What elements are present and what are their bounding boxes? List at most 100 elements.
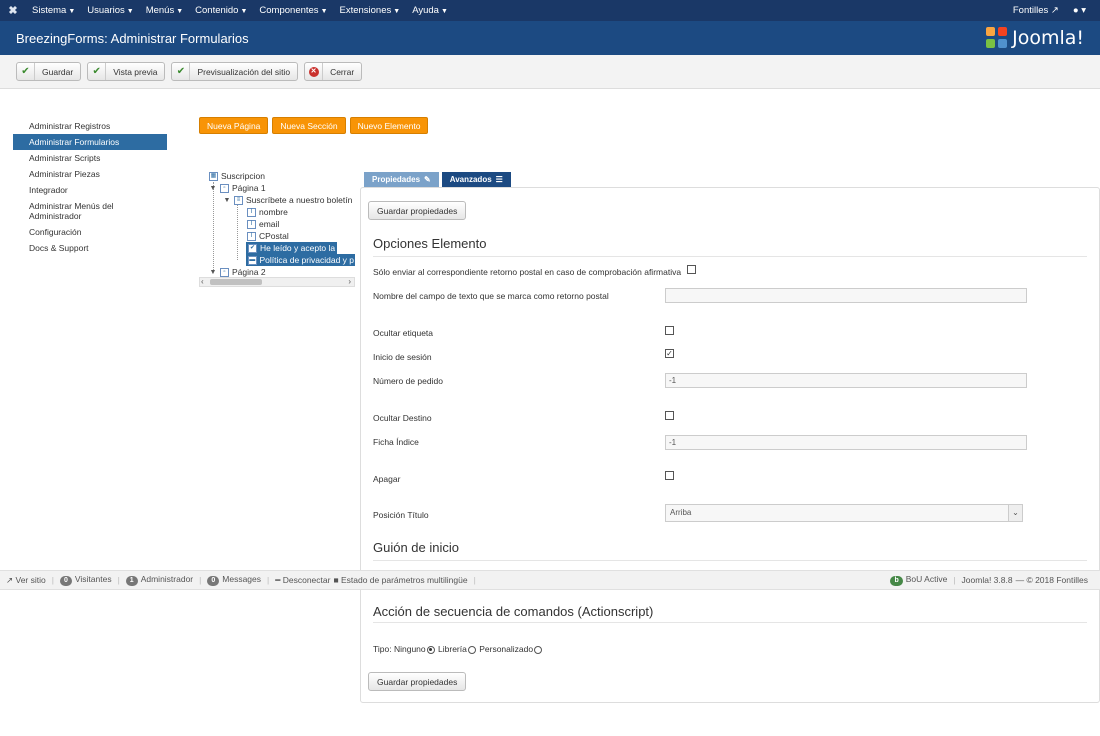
form-icon: ▦ xyxy=(209,171,218,181)
tree-section[interactable]: ▼ ≡ Suscríbete a nuestro boletín xyxy=(223,194,353,206)
site-link[interactable]: Fontilles ↗ xyxy=(1013,5,1059,16)
tab-index-input[interactable]: -1 xyxy=(665,435,1027,450)
only-send-checkbox[interactable] xyxy=(687,265,696,274)
visitors-status[interactable]: 0 Visitantes xyxy=(59,574,112,586)
scroll-thumb[interactable] xyxy=(210,279,262,285)
check-icon: ✔ xyxy=(88,63,107,80)
joomla-x-icon[interactable]: ✖ xyxy=(0,4,26,17)
action-script-heading: Acción de secuencia de comandos (Actions… xyxy=(373,604,654,619)
tree-field-acepto[interactable]: ✔ He leído y acepto la xyxy=(246,242,338,254)
list-icon: ☰ xyxy=(495,175,503,184)
sidebar: Administrar Registros Administrar Formul… xyxy=(13,118,167,256)
hide-target-label: Ocultar Destino xyxy=(373,413,432,423)
page-icon: ▫ xyxy=(220,267,229,277)
tab-index-label: Ficha Índice xyxy=(373,437,419,447)
tree-field-privacidad[interactable]: ▬ Política de privacidad y p xyxy=(246,254,355,266)
type-library-radio[interactable] xyxy=(467,645,476,654)
joomla-version: Joomla! 3.8.8 xyxy=(961,575,1013,585)
save-button[interactable]: ✔ Guardar xyxy=(16,62,82,81)
order-input[interactable]: -1 xyxy=(665,373,1027,388)
logout-link[interactable]: ━ Desconectar xyxy=(275,575,330,586)
sidebar-item-docs[interactable]: Docs & Support xyxy=(13,240,167,256)
site-preview-button[interactable]: ✔ Previsualización del sitio xyxy=(171,62,299,81)
sidebar-item-integrador[interactable]: Integrador xyxy=(13,182,167,198)
field-name-input[interactable] xyxy=(665,288,1027,303)
login-checkbox[interactable]: ✓ xyxy=(665,349,674,358)
menu-componentes[interactable]: Componentes ▼ xyxy=(253,5,333,16)
sidebar-item-piezas[interactable]: Administrar Piezas xyxy=(13,166,167,182)
messages-status[interactable]: 0 Messages xyxy=(207,574,261,586)
element-actions: Nueva Página Nueva Sección Nuevo Element… xyxy=(199,117,429,134)
joomla-logo: Joomla! xyxy=(986,27,1084,49)
check-icon: ✔ xyxy=(17,63,35,80)
expand-icon[interactable]: ▼ xyxy=(223,197,231,204)
menu-usuarios[interactable]: Usuarios ▼ xyxy=(81,5,139,16)
scroll-right-icon[interactable]: › xyxy=(348,277,351,286)
close-icon: ✕ xyxy=(305,63,324,80)
options-heading: Opciones Elemento xyxy=(373,236,487,251)
hide-label-checkbox[interactable] xyxy=(665,326,674,335)
tree-field-email[interactable]: Iemail xyxy=(247,218,279,230)
chevron-down-icon: ⌄ xyxy=(1008,505,1022,521)
joomla-mark-icon xyxy=(986,27,1008,49)
menu-extensiones[interactable]: Extensiones ▼ xyxy=(334,5,407,16)
minus-icon: ━ xyxy=(275,574,281,585)
new-element-button[interactable]: Nuevo Elemento xyxy=(349,117,429,134)
external-link-icon: ↗ xyxy=(6,574,14,585)
preview-button[interactable]: ✔ Vista previa xyxy=(87,62,166,81)
script-type-row: Tipo: Ninguno Librería Personalizado xyxy=(373,644,543,654)
off-checkbox[interactable] xyxy=(665,471,674,480)
multilang-status[interactable]: ■ Estado de parámetros multilingüe xyxy=(333,575,467,585)
hide-target-checkbox[interactable] xyxy=(665,411,674,420)
sidebar-item-configuracion[interactable]: Configuración xyxy=(13,224,167,240)
tree-page-1[interactable]: ▼ ▫ Página 1 xyxy=(209,182,266,194)
save-properties-button-bottom[interactable]: Guardar propiedades xyxy=(368,672,467,691)
title-position-select[interactable]: Arriba ⌄ xyxy=(665,504,1023,522)
menu-sistema[interactable]: Sistema ▼ xyxy=(26,5,81,16)
tree-field-nombre[interactable]: Inombre xyxy=(247,206,288,218)
tree-horizontal-scrollbar[interactable]: ‹ › xyxy=(199,277,355,287)
sidebar-item-formularios[interactable]: Administrar Formularios xyxy=(13,134,167,150)
checkbox-icon: ✔ xyxy=(248,243,257,253)
login-label: Inicio de sesión xyxy=(373,352,432,362)
new-page-button[interactable]: Nueva Página xyxy=(199,117,269,134)
section-icon: ≡ xyxy=(234,195,243,205)
form-tree: ▦ Suscripcion ▼ ▫ Página 1 ▼ ≡ Suscríbete a n… xyxy=(199,170,355,288)
sidebar-item-scripts[interactable]: Administrar Scripts xyxy=(13,150,167,166)
tree-field-cpostal[interactable]: I CPostal xyxy=(247,230,289,242)
folder-icon: ▬ xyxy=(248,255,257,265)
admin-status[interactable]: 1 Administrador xyxy=(125,574,193,586)
sidebar-item-menus-admin[interactable]: Administrar Menús del Administrador xyxy=(13,198,167,224)
external-link-icon: ↗ xyxy=(1050,5,1059,16)
tab-advanced[interactable]: Avanzados ☰ xyxy=(441,172,511,187)
close-button[interactable]: ✕ Cerrar xyxy=(304,62,363,81)
page-icon: ▫ xyxy=(220,183,229,193)
new-section-button[interactable]: Nueva Sección xyxy=(272,117,346,134)
view-site-link[interactable]: ↗ Ver sitio xyxy=(6,575,46,586)
page-title: BreezingForms: Administrar Formularios xyxy=(16,30,249,46)
menu-ayuda[interactable]: Ayuda ▼ xyxy=(406,5,454,16)
title-position-label: Posición Título xyxy=(373,510,429,520)
menu-contenido[interactable]: Contenido ▼ xyxy=(189,5,253,16)
type-custom-radio[interactable] xyxy=(534,645,543,654)
hide-label-label: Ocultar etiqueta xyxy=(373,328,434,338)
field-name-label: Nombre del campo de texto que se marca c… xyxy=(373,291,609,301)
save-properties-button[interactable]: Guardar propiedades xyxy=(368,201,467,220)
check-icon: ✔ xyxy=(172,63,191,80)
type-none-radio[interactable] xyxy=(426,645,435,654)
textfield-icon: I xyxy=(247,219,256,229)
tree-root[interactable]: ▦ Suscripcion xyxy=(209,170,265,182)
property-tabs: Propiedades ✎ Avanzados ☰ xyxy=(364,172,511,187)
properties-panel: Guardar propiedades Opciones Elemento Só… xyxy=(360,187,1100,703)
scroll-left-icon[interactable]: ‹ xyxy=(201,277,204,286)
bou-icon: b xyxy=(890,576,903,586)
sidebar-item-registros[interactable]: Administrar Registros xyxy=(13,118,167,134)
expand-icon[interactable]: ▼ xyxy=(209,269,217,276)
top-menu-bar: ✖ Sistema ▼ Usuarios ▼ Menús ▼ Contenido ▼ C… xyxy=(0,0,1100,21)
expand-icon[interactable]: ▼ xyxy=(209,185,217,192)
user-menu-icon[interactable]: ● ▾ xyxy=(1073,5,1086,16)
tab-properties[interactable]: Propiedades ✎ xyxy=(364,172,439,187)
textfield-icon: I xyxy=(247,207,256,217)
bou-status[interactable]: b BoU Active xyxy=(890,574,947,586)
menu-menus[interactable]: Menús ▼ xyxy=(140,5,189,16)
